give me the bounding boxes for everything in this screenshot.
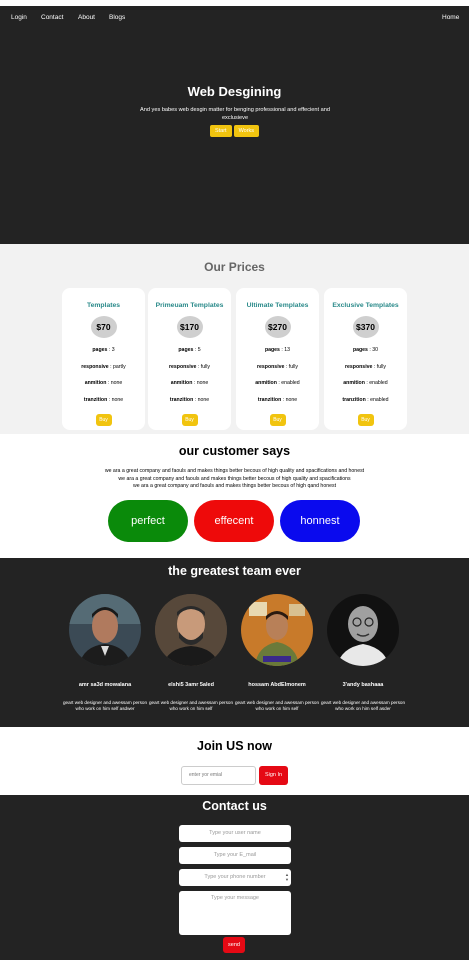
- card-responsive: responsive : fully: [169, 364, 210, 370]
- card-price: $70: [90, 316, 117, 338]
- card-title: Primeuam Templates: [155, 302, 224, 309]
- honnest-pill[interactable]: honnest: [280, 500, 360, 542]
- member-name: elshi5 3amr 5aled: [168, 682, 214, 688]
- card-tranzition: tranzition : enabled: [342, 397, 389, 403]
- price-card: Exclusive Templates $370 pages : 30 resp…: [324, 288, 407, 430]
- hero-section: Login Contact About Blogs Home Web Desgi…: [0, 6, 469, 244]
- avatar: [69, 594, 141, 666]
- card-tranzition: tranzition : none: [83, 397, 124, 403]
- price-card: Templates $70 pages : 3 responsive : par…: [62, 288, 145, 430]
- card-anmition: anmition : none: [84, 380, 123, 386]
- team-title: the greatest team ever: [168, 564, 301, 578]
- customer-line: we ara a great company and faouls and ma…: [118, 475, 351, 482]
- customer-section: our customer says we ara a great company…: [0, 434, 469, 558]
- card-responsive: responsive : partly: [81, 364, 126, 370]
- person-photo-icon: [155, 594, 227, 666]
- nav-blogs-link[interactable]: Blogs: [109, 14, 125, 21]
- customer-title: our customer says: [178, 444, 291, 458]
- email-field[interactable]: Type your E_mail: [179, 847, 291, 864]
- buy-button[interactable]: Buy: [357, 414, 374, 426]
- hero-title: Web Desgining: [187, 84, 282, 99]
- card-title: Exclusive Templates: [332, 302, 399, 309]
- card-responsive: responsive : fully: [345, 364, 386, 370]
- card-anmition: anmition : enabled: [255, 380, 300, 386]
- buy-button[interactable]: Buy: [269, 414, 286, 426]
- member-name: 3'andy bashaaa: [342, 682, 384, 688]
- nav-contact-link[interactable]: Contact: [41, 14, 63, 21]
- avatar: [327, 594, 399, 666]
- buy-button[interactable]: Buy: [181, 414, 198, 426]
- card-responsive: responsive : fully: [257, 364, 298, 370]
- person-photo-icon: [69, 594, 141, 666]
- buy-button[interactable]: Buy: [95, 414, 112, 426]
- member-name: hossam AbdElmonem: [248, 682, 306, 688]
- message-field[interactable]: Type your message: [179, 891, 291, 935]
- nav-home-link[interactable]: Home: [442, 14, 459, 21]
- join-title: Join US now: [197, 739, 272, 753]
- card-pages: pages : 3: [92, 347, 115, 353]
- sign-in-button[interactable]: Sign In: [259, 766, 288, 785]
- customer-text: we ara a great company and faouls and ma…: [0, 468, 469, 491]
- avatar: [155, 594, 227, 666]
- card-tranzition: tranzition : none: [169, 397, 210, 403]
- member-desc: geart web designer and awessam person wh…: [62, 700, 147, 711]
- card-anmition: anmition : enabled: [343, 380, 388, 386]
- card-title: Ultimate Templates: [246, 302, 309, 309]
- prices-section: Our Prices Templates $70 pages : 3 respo…: [0, 244, 469, 434]
- team-section: the greatest team ever amr sa3d mowalana…: [0, 558, 469, 727]
- price-card: Ultimate Templates $270 pages : 13 respo…: [236, 288, 319, 430]
- card-tranzition: tranzition : none: [257, 397, 298, 403]
- card-price: $370: [352, 316, 379, 338]
- start-button[interactable]: Start: [209, 125, 232, 137]
- person-photo-icon: [327, 594, 399, 666]
- nav-login-link[interactable]: Login: [11, 14, 27, 21]
- prices-title: Our Prices: [204, 260, 265, 274]
- join-section: Join US now enter yor emial Sign In: [0, 727, 469, 795]
- send-button[interactable]: send: [223, 937, 245, 953]
- top-nav: Login Contact About Blogs Home: [0, 14, 469, 30]
- card-anmition: anmition : none: [170, 380, 209, 386]
- hero-buttons: Start Works: [0, 125, 469, 137]
- member-desc: geart web designer and awessam person wh…: [234, 700, 319, 711]
- customer-line: we ara a great company and faouls and ma…: [132, 483, 337, 490]
- member-desc: geart web designer and awessam person wh…: [148, 700, 233, 711]
- avatar: [241, 594, 313, 666]
- card-price: $270: [264, 316, 291, 338]
- card-title: Templates: [86, 302, 121, 309]
- phone-field[interactable]: Type your phone number ▲ ▼: [179, 869, 291, 886]
- number-spinner-icon[interactable]: ▲ ▼: [285, 872, 289, 883]
- works-button[interactable]: Works: [233, 125, 260, 137]
- member-desc: geart web designer and awessam person wh…: [320, 700, 405, 711]
- nav-about-link[interactable]: About: [78, 14, 95, 21]
- hero-subtitle: And yes babes web desgin matter for beng…: [140, 107, 330, 121]
- card-pages: pages : 5: [178, 347, 201, 353]
- username-field[interactable]: Type your user name: [179, 825, 291, 842]
- perfect-pill[interactable]: perfect: [108, 500, 188, 542]
- price-card: Primeuam Templates $170 pages : 5 respon…: [148, 288, 231, 430]
- contact-title: Contact us: [202, 799, 267, 813]
- card-pages: pages : 13: [264, 347, 291, 353]
- member-name: amr sa3d mowalana: [78, 682, 132, 688]
- customer-line: we ara a great company and faouls and ma…: [104, 468, 365, 474]
- effecent-pill[interactable]: effecent: [194, 500, 274, 542]
- person-photo-icon: [241, 594, 313, 666]
- card-price: $170: [176, 316, 203, 338]
- contact-section: Contact us Type your user name Type your…: [0, 795, 469, 960]
- email-input[interactable]: enter yor emial: [181, 766, 256, 785]
- phone-placeholder: Type your phone number: [204, 874, 266, 880]
- card-pages: pages : 30: [352, 347, 379, 353]
